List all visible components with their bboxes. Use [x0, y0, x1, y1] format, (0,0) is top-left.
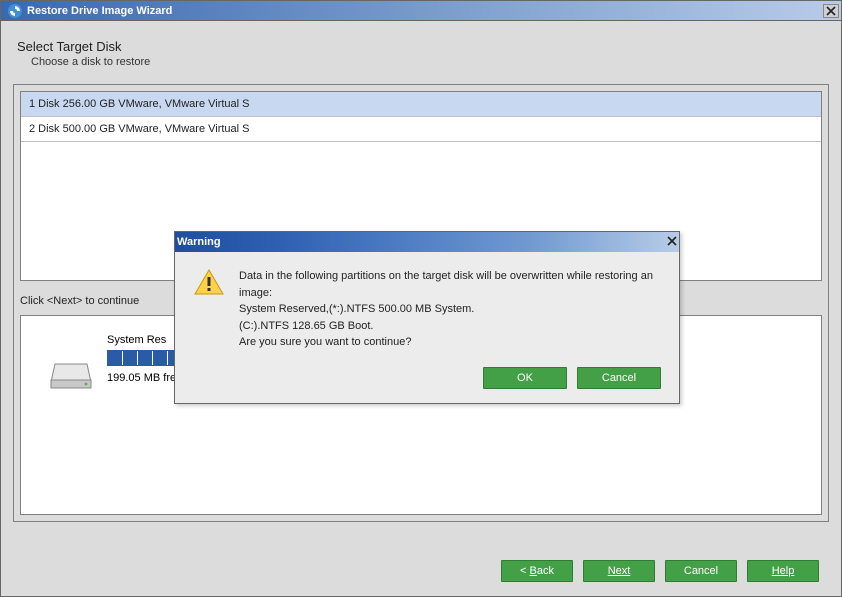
drive-icon — [49, 356, 93, 392]
footer-buttons: < Back Next Cancel Help — [501, 560, 819, 582]
dialog-close-button[interactable] — [667, 236, 677, 249]
titlebar: Restore Drive Image Wizard — [1, 1, 841, 21]
disk-row[interactable]: 1 Disk 256.00 GB VMware, VMware Virtual … — [21, 92, 821, 117]
help-button[interactable]: Help — [747, 560, 819, 582]
dialog-line: Are you sure you want to continue? — [239, 334, 661, 351]
next-button[interactable]: Next — [583, 560, 655, 582]
content-area: Select Target Disk Choose a disk to rest… — [1, 21, 841, 596]
dialog-line: Data in the following partitions on the … — [239, 268, 661, 301]
close-button[interactable] — [823, 4, 839, 18]
warning-icon — [193, 268, 225, 296]
page-subheading: Choose a disk to restore — [31, 56, 829, 68]
app-icon — [7, 3, 23, 19]
dialog-cancel-button[interactable]: Cancel — [577, 367, 661, 389]
ok-button[interactable]: OK — [483, 367, 567, 389]
back-button[interactable]: < Back — [501, 560, 573, 582]
dialog-titlebar: Warning — [175, 232, 679, 252]
page-heading: Select Target Disk — [17, 39, 829, 54]
window-title: Restore Drive Image Wizard — [27, 5, 823, 17]
main-window: Restore Drive Image Wizard Select Target… — [0, 0, 842, 597]
dialog-message: Data in the following partitions on the … — [239, 268, 661, 351]
warning-dialog: Warning Data in the following partitions… — [174, 231, 680, 404]
cancel-button[interactable]: Cancel — [665, 560, 737, 582]
dialog-line: (C:).NTFS 128.65 GB Boot. — [239, 318, 661, 335]
dialog-title: Warning — [177, 236, 667, 248]
disk-row[interactable]: 2 Disk 500.00 GB VMware, VMware Virtual … — [21, 117, 821, 142]
dialog-line: System Reserved,(*:).NTFS 500.00 MB Syst… — [239, 301, 661, 318]
